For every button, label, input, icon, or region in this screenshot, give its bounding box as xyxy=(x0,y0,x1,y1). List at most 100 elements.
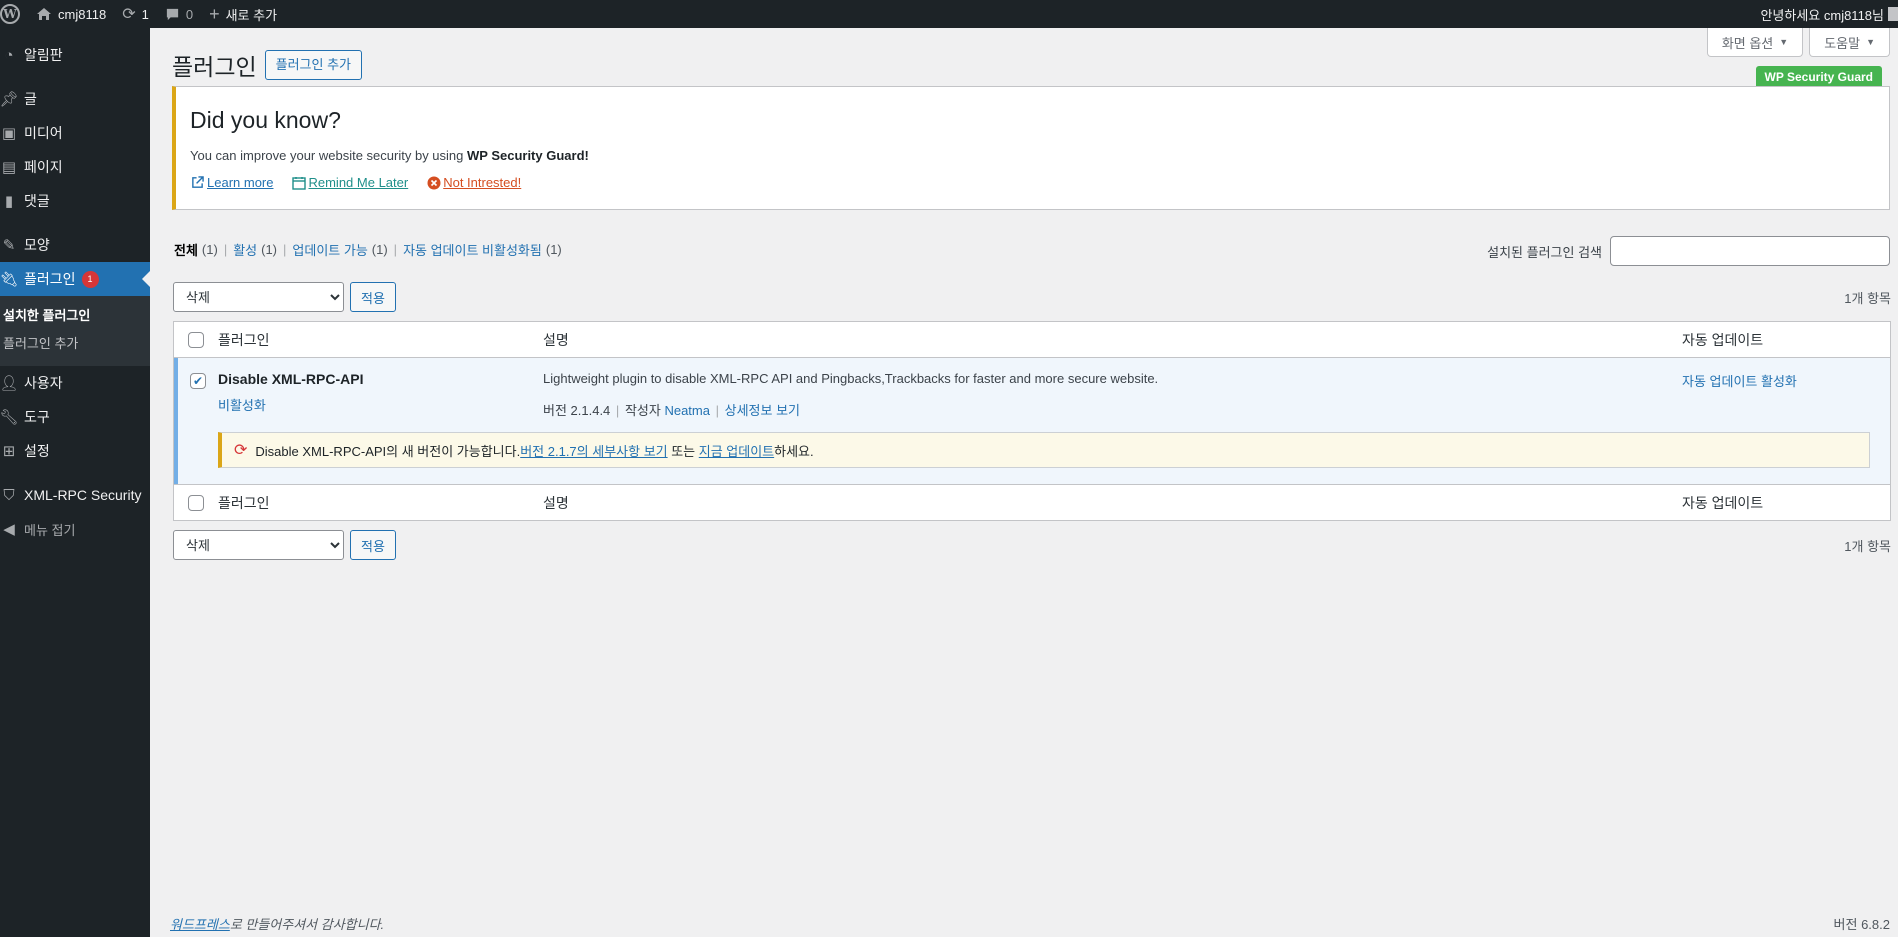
filter-active[interactable]: 활성 xyxy=(233,240,257,259)
wrench-icon: 🔧︎ xyxy=(0,409,19,426)
site-name-menu[interactable]: cmj8118 xyxy=(28,0,114,28)
settings-icon: ⊞ xyxy=(2,443,16,460)
column-description-footer: 설명 xyxy=(543,494,569,511)
close-circle-icon xyxy=(426,175,441,190)
collapse-menu-button[interactable]: ◀ 메뉴 접기 xyxy=(0,512,150,546)
filter-update-available[interactable]: 업데이트 가능 xyxy=(292,240,367,259)
menu-comments[interactable]: ▮ 댓글 xyxy=(0,184,150,218)
security-guard-tag: WP Security Guard xyxy=(1755,66,1882,88)
not-interested-link[interactable]: Not Intrested! xyxy=(426,175,521,190)
menu-plugins[interactable]: 🔌︎ 플러그인 1 xyxy=(0,262,150,296)
table-footer: 플러그인 설명 자동 업데이트 xyxy=(174,484,1890,520)
greeting: 안녕하세요 cmj8118님 xyxy=(1760,7,1884,23)
bulk-action-select[interactable]: 삭제 xyxy=(173,282,344,312)
wordpress-link[interactable]: 워드프레스 xyxy=(170,917,230,932)
menu-posts[interactable]: 📌︎ 글 xyxy=(0,82,150,116)
caret-down-icon: ▼ xyxy=(1866,37,1875,47)
menu-dashboard[interactable]: ◔ 알림판 xyxy=(0,38,150,72)
media-icon: ▣ xyxy=(1,125,17,142)
my-account-menu[interactable]: 안녕하세요 cmj8118님 xyxy=(1752,0,1898,28)
screen-options-button[interactable]: 화면 옵션 ▼ xyxy=(1706,28,1804,57)
plugin-search-box: 설치된 플러그인 검색 xyxy=(1487,236,1890,266)
refresh-icon: ⟳ xyxy=(122,6,136,23)
comment-icon: ▮ xyxy=(4,193,14,210)
site-name: cmj8118 xyxy=(58,6,107,22)
search-input[interactable] xyxy=(1610,236,1890,266)
update-message: ⟳ Disable XML-RPC-API의 새 버전이 가능합니다. 버전 2… xyxy=(218,432,1870,468)
did-you-know-notice: Did you know? You can improve your websi… xyxy=(172,86,1890,210)
plus-icon: + xyxy=(209,3,220,24)
plugins-submenu: 설치한 플러그인 플러그인 추가 xyxy=(0,296,150,366)
plugin-icon: 🔌︎ xyxy=(0,271,19,288)
submenu-add-plugin[interactable]: 플러그인 추가 xyxy=(0,330,150,358)
menu-tools[interactable]: 🔧︎ 도구 xyxy=(0,400,150,434)
notice-links: Learn more Remind Me Later Not Intrested… xyxy=(190,175,1875,190)
filter-auto-update-disabled[interactable]: 자동 업데이트 비활성화됨 xyxy=(403,240,542,259)
menu-media[interactable]: ▣ 미디어 xyxy=(0,116,150,150)
plugin-status-filters: 전체 (1) | 활성 (1) | 업데이트 가능 (1) | 자동 업데이트 비활성… xyxy=(174,240,562,259)
menu-users[interactable]: 👤︎ 사용자 xyxy=(0,366,150,400)
plugin-update-row: ⟳ Disable XML-RPC-API의 새 버전이 가능합니다. 버전 2… xyxy=(174,422,1890,484)
comment-icon xyxy=(165,7,180,22)
updates-menu[interactable]: ⟳ 1 xyxy=(114,0,157,28)
user-icon: 👤︎ xyxy=(0,375,19,392)
submenu-installed-plugins[interactable]: 설치한 플러그인 xyxy=(0,302,150,330)
select-all-checkbox[interactable] xyxy=(188,331,204,348)
plugins-update-badge: 1 xyxy=(81,270,99,288)
shield-icon: ⛉ xyxy=(3,486,15,504)
filter-all[interactable]: 전체 xyxy=(174,240,198,259)
dashboard-icon: ◔ xyxy=(4,46,14,64)
menu-appearance[interactable]: ✎ 모양 xyxy=(0,228,150,262)
bulk-action-select-bottom[interactable]: 삭제 xyxy=(173,530,344,560)
home-icon xyxy=(36,6,52,22)
menu-settings[interactable]: ⊞ 설정 xyxy=(0,434,150,468)
plugin-checkbox[interactable]: ✔ xyxy=(190,373,206,389)
footer-thanks: 워드프레스로 만들어주셔서 감사합니다. xyxy=(170,917,385,932)
column-plugin: 플러그인 xyxy=(218,331,270,348)
view-details-link[interactable]: 상세정보 보기 xyxy=(725,403,800,418)
update-now-link[interactable]: 지금 업데이트 xyxy=(699,441,774,460)
notice-text: You can improve your website security by… xyxy=(190,148,589,163)
help-button[interactable]: 도움말 ▼ xyxy=(1809,28,1890,57)
wp-logo-menu[interactable]: W xyxy=(0,0,28,28)
brush-icon: ✎ xyxy=(2,237,16,254)
main-content: 화면 옵션 ▼ 도움말 ▼ 플러그인 플러그인 추가 WP Security Gua… xyxy=(150,28,1898,937)
deactivate-link[interactable]: 비활성화 xyxy=(218,398,266,413)
wordpress-logo-icon: W xyxy=(0,4,20,24)
avatar xyxy=(1888,7,1898,21)
item-count: 1개 항목 xyxy=(1844,290,1891,306)
menu-xmlrpc-security[interactable]: ⛉ XML-RPC Security xyxy=(0,478,150,512)
column-plugin-footer: 플러그인 xyxy=(218,494,270,511)
apply-button[interactable]: 적용 xyxy=(350,282,396,312)
version-details-link[interactable]: 버전 2.1.7의 세부사항 보기 xyxy=(520,441,667,460)
menu-pages[interactable]: ▤ 페이지 xyxy=(0,150,150,184)
learn-more-link[interactable]: Learn more xyxy=(190,175,273,190)
add-plugin-button[interactable]: 플러그인 추가 xyxy=(264,50,363,80)
calendar-icon xyxy=(291,175,306,190)
collapse-icon: ◀ xyxy=(3,521,15,538)
search-label: 설치된 플러그인 검색 xyxy=(1487,244,1602,260)
author-link[interactable]: Neatma xyxy=(664,403,710,418)
plugin-name: Disable XML-RPC-API xyxy=(218,371,364,387)
update-icon: ⟳ xyxy=(234,442,248,459)
comments-menu[interactable]: 0 xyxy=(157,0,201,28)
column-description: 설명 xyxy=(543,331,569,348)
page-title: 플러그인 xyxy=(172,54,257,80)
enable-auto-update-link[interactable]: 자동 업데이트 활성화 xyxy=(1682,374,1797,389)
item-count-bottom: 1개 항목 xyxy=(1844,538,1891,554)
admin-footer: 워드프레스로 만들어주셔서 감사합니다. 버전 6.8.2 xyxy=(170,914,1890,933)
plugin-meta: 버전 2.1.4.4 | 작성자 Neatma | 상세정보 보기 xyxy=(543,403,800,418)
notice-heading: Did you know? xyxy=(190,107,341,133)
remind-later-link[interactable]: Remind Me Later xyxy=(291,175,408,190)
apply-button-bottom[interactable]: 적용 xyxy=(350,530,396,560)
select-all-checkbox-bottom[interactable] xyxy=(188,494,204,511)
updates-count: 1 xyxy=(141,6,149,22)
column-auto-update-footer: 자동 업데이트 xyxy=(1682,494,1764,511)
wp-version: 버전 6.8.2 xyxy=(1833,917,1890,932)
new-content-label: 새로 추가 xyxy=(225,7,278,23)
pin-icon: 📌︎ xyxy=(0,91,19,108)
screen-meta-links: 화면 옵션 ▼ 도움말 ▼ xyxy=(1706,28,1890,57)
page-header: 플러그인 플러그인 추가 xyxy=(172,48,363,82)
new-content-menu[interactable]: + 새로 추가 xyxy=(201,0,285,28)
column-auto-update: 자동 업데이트 xyxy=(1682,331,1764,348)
